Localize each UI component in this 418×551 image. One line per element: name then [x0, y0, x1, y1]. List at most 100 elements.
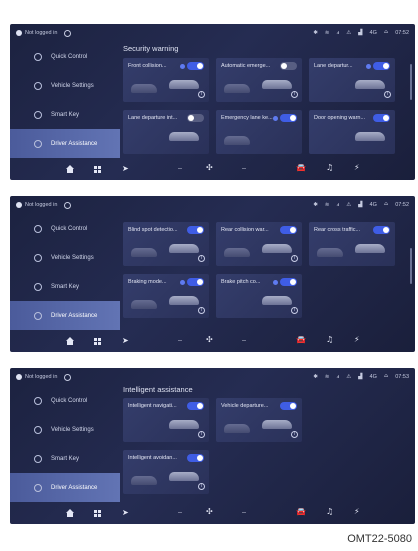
fan-icon[interactable]: ✣	[206, 163, 213, 172]
car-illustration	[262, 420, 292, 429]
temp-right[interactable]: --	[242, 510, 246, 516]
music-icon[interactable]: ♫	[326, 335, 333, 344]
info-icon[interactable]: i	[198, 483, 205, 490]
feature-toggle[interactable]	[280, 114, 297, 122]
user-status[interactable]: Not logged in	[10, 201, 72, 209]
car-illustration	[169, 472, 199, 481]
fan-icon[interactable]: ✣	[206, 335, 213, 344]
info-icon[interactable]: i	[291, 307, 298, 314]
music-icon[interactable]: ♫	[326, 507, 333, 516]
info-icon[interactable]: i	[384, 91, 391, 98]
scrollbar[interactable]	[410, 64, 412, 100]
feature-card[interactable]: Intelligent avoidan... i	[123, 450, 209, 494]
feature-toggle[interactable]	[280, 402, 297, 410]
feature-toggle[interactable]	[187, 114, 204, 122]
info-icon[interactable]: i	[198, 307, 205, 314]
feature-toggle[interactable]	[187, 278, 204, 286]
info-icon[interactable]: i	[291, 255, 298, 262]
feature-toggle[interactable]	[187, 402, 204, 410]
feature-card[interactable]: Automatic emerge... i	[216, 58, 302, 102]
temp-left[interactable]: --	[178, 510, 182, 516]
energy-icon[interactable]: ⚡	[354, 507, 360, 516]
info-icon[interactable]: i	[198, 91, 205, 98]
feature-card[interactable]: Emergency lane ke...	[216, 110, 302, 154]
feature-toggle[interactable]	[187, 454, 204, 462]
feature-card[interactable]: Lane departure int...	[123, 110, 209, 154]
user-status[interactable]: Not logged in	[10, 373, 72, 381]
user-status[interactable]: Not logged in	[10, 29, 72, 37]
feature-toggle[interactable]	[280, 278, 297, 286]
sync-icon	[64, 29, 72, 37]
feature-card[interactable]: Rear cross traffic...	[309, 222, 395, 266]
feature-toggle[interactable]	[373, 114, 390, 122]
sidebar-item-quick-control[interactable]: Quick Control	[10, 42, 120, 71]
feature-card[interactable]: Door opening warn...	[309, 110, 395, 154]
sidebar-item-vehicle-settings[interactable]: Vehicle Settings	[10, 415, 120, 444]
warning-icon: ⚠	[346, 373, 352, 380]
feature-toggle[interactable]	[187, 226, 204, 234]
scrollbar[interactable]	[410, 248, 412, 284]
car-icon[interactable]: 🚘	[296, 507, 306, 516]
apps-grid-icon[interactable]	[94, 510, 101, 517]
sidebar-item-smart-key[interactable]: Smart Key	[10, 272, 120, 301]
temp-left[interactable]: --	[178, 338, 182, 344]
temp-left[interactable]: --	[178, 166, 182, 172]
sidebar-item-label: Driver Assistance	[51, 484, 98, 491]
navigation-icon[interactable]: ➤	[122, 164, 129, 173]
temp-right[interactable]: --	[242, 166, 246, 172]
info-icon[interactable]: i	[291, 91, 298, 98]
feature-card[interactable]: Blind spot detectio... i	[123, 222, 209, 266]
feature-toggle[interactable]	[280, 226, 297, 234]
sidebar-item-label: Driver Assistance	[51, 312, 98, 319]
wifi-icon: ≋	[324, 201, 330, 208]
sidebar-item-smart-key[interactable]: Smart Key	[10, 100, 120, 129]
sidebar-item-driver-assistance[interactable]: Driver Assistance	[10, 129, 120, 158]
feature-toggle[interactable]	[187, 62, 204, 70]
sidebar: Quick Control Vehicle Settings Smart Key…	[10, 386, 120, 504]
feature-card[interactable]: Rear collision war... i	[216, 222, 302, 266]
home-icon[interactable]	[66, 165, 74, 173]
feature-card[interactable]: Intelligent navigati... i	[123, 398, 209, 442]
feature-card[interactable]: Lane departur... i	[309, 58, 395, 102]
feature-card[interactable]: Braking mode... i	[123, 274, 209, 318]
sidebar-item-quick-control[interactable]: Quick Control	[10, 386, 120, 415]
energy-icon[interactable]: ⚡	[354, 335, 360, 344]
cloud-icon: ⌓	[383, 201, 389, 207]
sidebar-item-vehicle-settings[interactable]: Vehicle Settings	[10, 71, 120, 100]
navigation-icon[interactable]: ➤	[122, 508, 129, 517]
card-label: Door opening warn...	[314, 115, 366, 121]
sidebar-item-vehicle-settings[interactable]: Vehicle Settings	[10, 243, 120, 272]
feature-card[interactable]: Vehicle departure... i	[216, 398, 302, 442]
feature-card[interactable]: Brake pitch co... i	[216, 274, 302, 318]
fan-icon[interactable]: ✣	[206, 507, 213, 516]
info-icon[interactable]: i	[198, 255, 205, 262]
car-icon[interactable]: 🚘	[296, 335, 306, 344]
temp-right[interactable]: --	[242, 338, 246, 344]
content-area: Blind spot detectio... i Rear collision …	[123, 214, 405, 332]
feature-toggle[interactable]	[280, 62, 297, 70]
card-label: Intelligent avoidan...	[128, 455, 177, 461]
signal-icon: ⅎ	[336, 373, 340, 380]
home-icon[interactable]	[66, 337, 74, 345]
sidebar-item-label: Vehicle Settings	[51, 254, 94, 261]
feature-card[interactable]: Front collision... i	[123, 58, 209, 102]
apps-grid-icon[interactable]	[94, 166, 101, 173]
info-icon[interactable]: i	[198, 431, 205, 438]
sidebar-item-driver-assistance[interactable]: Driver Assistance	[10, 301, 120, 330]
status-bar: Not logged in ✱ ≋ ⅎ ⚠ ▟ 4G ⌓ 07:52	[10, 24, 415, 42]
feature-toggle[interactable]	[373, 62, 390, 70]
section-title: Intelligent assistance	[123, 385, 193, 394]
sidebar-item-smart-key[interactable]: Smart Key	[10, 444, 120, 473]
sidebar-item-driver-assistance[interactable]: Driver Assistance	[10, 473, 120, 502]
car-illustration	[224, 424, 250, 433]
info-icon[interactable]: i	[291, 431, 298, 438]
home-icon[interactable]	[66, 509, 74, 517]
music-icon[interactable]: ♫	[326, 163, 333, 172]
navigation-icon[interactable]: ➤	[122, 336, 129, 345]
car-icon[interactable]: 🚘	[296, 163, 306, 172]
sidebar-item-quick-control[interactable]: Quick Control	[10, 214, 120, 243]
screen-security-warning-page-2: Not logged in ✱ ≋ ⅎ ⚠ ▟ 4G ⌓ 07:52 Quick…	[10, 196, 415, 352]
feature-toggle[interactable]	[373, 226, 390, 234]
apps-grid-icon[interactable]	[94, 338, 101, 345]
energy-icon[interactable]: ⚡	[354, 163, 360, 172]
